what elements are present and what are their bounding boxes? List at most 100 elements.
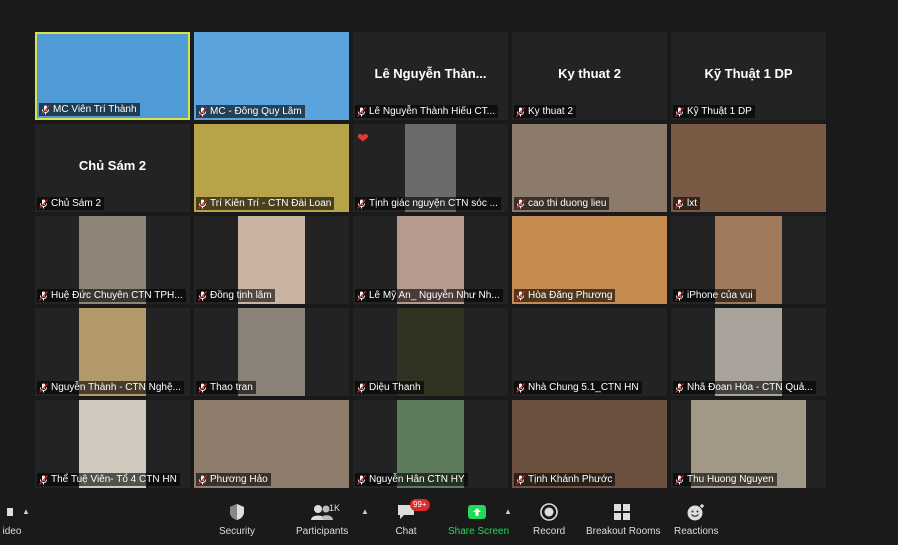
participant-name: Kỹ Thuật 1 DP — [687, 106, 752, 117]
participant-tile[interactable]: MC - Đông Quy Lâm — [194, 32, 349, 120]
muted-mic-icon — [198, 474, 207, 485]
participant-name-label: Thao tran — [196, 381, 256, 394]
participant-name-label: Nhã Đoan Hòa - CTN Quả... — [673, 381, 816, 394]
reactions-button[interactable]: Reactions — [674, 501, 718, 537]
chat-button[interactable]: 99+ Chat — [391, 499, 430, 537]
heart-reaction-icon: ❤ — [357, 130, 369, 146]
participant-tile[interactable]: Nguyễn Thành - CTN Nghệ... — [35, 308, 190, 396]
share-screen-button[interactable]: Share Screen — [448, 501, 509, 537]
participant-name: Thu Huong Nguyen — [687, 474, 774, 485]
participant-tile[interactable]: Thu Huong Nguyen — [671, 400, 826, 488]
participant-name-label: cao thi duong lieu — [514, 197, 610, 210]
share-options-caret[interactable]: ▲ — [504, 507, 512, 516]
reactions-icon — [687, 504, 704, 521]
muted-mic-icon — [516, 290, 525, 301]
participant-name-label: Thu Huong Nguyen — [673, 473, 777, 486]
participant-tile[interactable]: Phương Hảo — [194, 400, 349, 488]
participant-tile[interactable]: ❤ Tịnh giác nguyện CTN sóc ... — [353, 124, 508, 212]
participant-display-name: Ky thuat 2 — [558, 66, 621, 81]
share-screen-icon — [468, 505, 486, 519]
chat-badge: 99+ — [410, 499, 430, 511]
muted-mic-icon — [39, 198, 48, 209]
muted-mic-icon — [675, 198, 684, 209]
muted-mic-icon — [675, 382, 684, 393]
participant-name: Nguyễn Thành - CTN Nghệ... — [51, 382, 181, 393]
muted-mic-icon — [516, 198, 525, 209]
participant-tile[interactable]: Thao tran — [194, 308, 349, 396]
participant-tile[interactable]: Nhà Chung 5.1_CTN HN — [512, 308, 667, 396]
muted-mic-icon — [357, 382, 366, 393]
participant-tile[interactable]: iPhone của vui — [671, 216, 826, 304]
muted-mic-icon — [675, 474, 684, 485]
participant-name-label: Diệu Thanh — [355, 381, 424, 394]
participant-name: Chủ Sám 2 — [51, 198, 102, 209]
video-options-caret[interactable]: ▲ — [22, 507, 30, 516]
participant-name-label: Nguyễn Thành - CTN Nghệ... — [37, 381, 184, 394]
participant-tile[interactable]: Huệ Đức Chuyên CTN TPH... — [35, 216, 190, 304]
muted-mic-icon — [39, 290, 48, 301]
record-icon — [540, 503, 558, 521]
participant-name: Diệu Thanh — [369, 382, 421, 393]
participant-name: Trí Kiên Trí - CTN Đài Loan — [210, 198, 332, 209]
participant-tile[interactable]: MC Viên Trí Thành — [35, 32, 190, 120]
pin-muted-mic-icon — [41, 104, 50, 115]
participants-count: 1K — [329, 503, 341, 513]
participant-tile[interactable]: Ky thuat 2 Ky thuat 2 — [512, 32, 667, 120]
participant-tile[interactable]: Tịnh Khánh Phước — [512, 400, 667, 488]
participant-name-label: Lê Mỹ An_ Nguyễn Như Nh... — [355, 289, 503, 302]
participant-tile[interactable]: lxt — [671, 124, 826, 212]
record-button[interactable]: Record — [533, 501, 565, 537]
muted-mic-icon — [357, 198, 366, 209]
participant-tile[interactable]: cao thi duong lieu — [512, 124, 667, 212]
video-grid: MC Viên Trí Thành MC - Đông Quy Lâm Lê Ngu… — [35, 32, 828, 488]
participant-tile[interactable]: Đồng tịnh lâm — [194, 216, 349, 304]
participant-name: Hòa Đăng Phương — [528, 290, 613, 301]
breakout-rooms-button[interactable]: Breakout Rooms — [586, 501, 660, 537]
participant-tile[interactable]: Nguyễn Hân CTN HY — [353, 400, 508, 488]
participant-tile[interactable]: Kỹ Thuật 1 DP Kỹ Thuật 1 DP — [671, 32, 826, 120]
security-button[interactable]: Security — [214, 501, 260, 537]
muted-mic-icon — [357, 106, 366, 117]
participant-name-label: Thể Tuệ Viên- Tổ 4 CTN HN — [37, 473, 180, 486]
participant-name-label: Chủ Sám 2 — [37, 197, 105, 210]
participant-name-label: Ky thuat 2 — [514, 105, 577, 118]
stop-video-button[interactable]: ideo — [0, 501, 24, 537]
muted-mic-icon — [198, 198, 207, 209]
participant-name-label: lxt — [673, 197, 700, 210]
muted-mic-icon — [357, 474, 366, 485]
participant-name: Nguyễn Hân CTN HY — [369, 474, 465, 485]
participant-name-label: Kỹ Thuật 1 DP — [673, 105, 755, 118]
participant-tile[interactable]: Trí Kiên Trí - CTN Đài Loan — [194, 124, 349, 212]
participant-name-label: Nguyễn Hân CTN HY — [355, 473, 468, 486]
participant-tile[interactable]: Diệu Thanh — [353, 308, 508, 396]
participant-tile[interactable]: Lê Mỹ An_ Nguyễn Như Nh... — [353, 216, 508, 304]
participant-name-label: Trí Kiên Trí - CTN Đài Loan — [196, 197, 335, 210]
participant-display-name: Kỹ Thuật 1 DP — [704, 66, 793, 81]
participant-name: Huệ Đức Chuyên CTN TPH... — [51, 290, 183, 301]
participant-tile[interactable]: Nhã Đoan Hòa - CTN Quả... — [671, 308, 826, 396]
participant-name: cao thi duong lieu — [528, 198, 607, 209]
pin-muted-mic-icon — [198, 106, 207, 117]
participant-tile[interactable]: Chủ Sám 2 Chủ Sám 2 — [35, 124, 190, 212]
participant-tile[interactable]: Thể Tuệ Viên- Tổ 4 CTN HN — [35, 400, 190, 488]
participant-name: Lê Mỹ An_ Nguyễn Như Nh... — [369, 290, 500, 301]
participant-name-label: Đồng tịnh lâm — [196, 289, 275, 302]
participants-button[interactable]: 1K Participants — [296, 501, 348, 537]
muted-mic-icon — [516, 474, 525, 485]
participant-name: Nhà Chung 5.1_CTN HN — [528, 382, 639, 393]
participant-name: MC - Đông Quy Lâm — [210, 106, 302, 117]
participants-options-caret[interactable]: ▲ — [361, 507, 369, 516]
participant-name: Đồng tịnh lâm — [210, 290, 272, 301]
participant-name: MC Viên Trí Thành — [53, 104, 137, 115]
participant-name-label: Tịnh Khánh Phước — [514, 473, 616, 486]
participant-name: Tịnh Khánh Phước — [528, 474, 613, 485]
muted-mic-icon — [198, 290, 207, 301]
muted-mic-icon — [357, 290, 366, 301]
participant-name-label: Nhà Chung 5.1_CTN HN — [514, 381, 642, 394]
participant-name-label: MC Viên Trí Thành — [39, 103, 140, 116]
muted-mic-icon — [675, 290, 684, 301]
participant-name-label: iPhone của vui — [673, 289, 756, 302]
participant-tile[interactable]: Lê Nguyễn Thàn... Lê Nguyễn Thành Hiếu CT… — [353, 32, 508, 120]
participant-tile[interactable]: Hòa Đăng Phương — [512, 216, 667, 304]
breakout-rooms-icon — [614, 504, 630, 520]
